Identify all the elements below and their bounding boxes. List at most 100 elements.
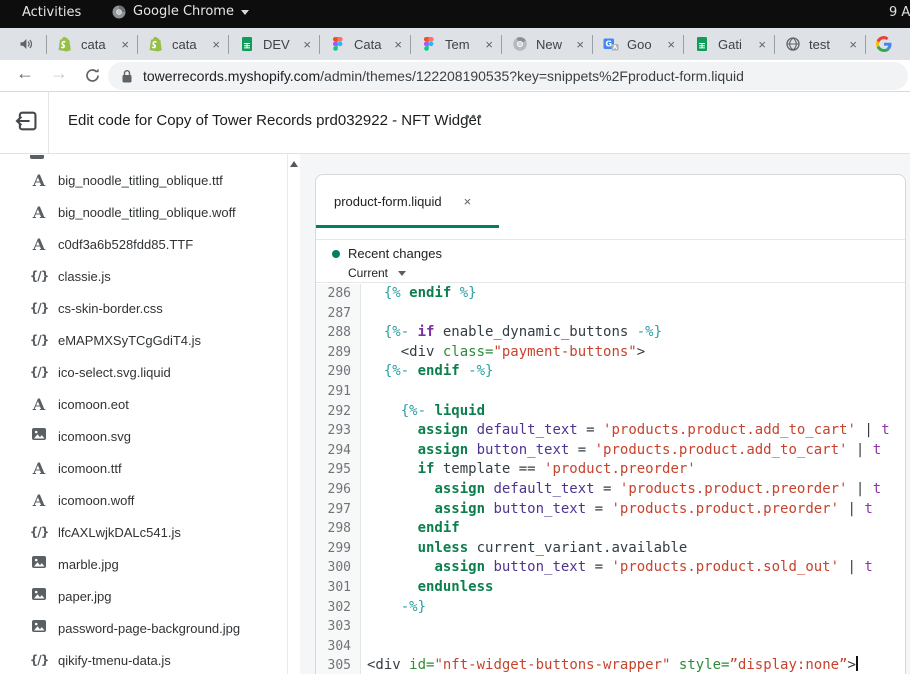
file-item-lfcAXLwjkDALc541.js[interactable]: {/}lfcAXLwjkDALc541.js (0, 516, 287, 548)
clock: 9 A (889, 5, 910, 20)
browser-tab-Tem[interactable]: Tem× (411, 28, 501, 60)
code-text: assign default_text = 'products.product.… (361, 480, 905, 500)
browser-tab-DEV[interactable]: DEV× (229, 28, 319, 60)
sidebar-scrollbar[interactable] (287, 154, 300, 674)
file-item-big_noodle_titling_oblique.ttf[interactable]: Abig_noodle_titling_oblique.ttf (0, 164, 287, 196)
forward-button[interactable]: → (50, 63, 68, 84)
code-line-302[interactable]: 302 -%} (316, 598, 905, 618)
unsaved-changes-dot (332, 250, 340, 258)
activities-button[interactable]: Activities (22, 5, 81, 20)
file-item-ico-select.svg.liquid[interactable]: {/}ico-select.svg.liquid (0, 356, 287, 388)
code-line-297[interactable]: 297 assign button_text = 'products.produ… (316, 500, 905, 520)
browser-tab-Cata[interactable]: Cata× (320, 28, 410, 60)
code-text: <div class="payment-buttons"> (361, 343, 905, 363)
editor-tab-close-icon[interactable]: × (464, 194, 472, 209)
code-line-300[interactable]: 300 assign button_text = 'products.produ… (316, 558, 905, 578)
tab-close-icon[interactable]: × (576, 37, 584, 52)
more-actions-button[interactable]: ••• (465, 109, 483, 124)
code-line-301[interactable]: 301 endunless (316, 578, 905, 598)
tab-close-icon[interactable]: × (394, 37, 402, 52)
code-line-298[interactable]: 298 endif (316, 519, 905, 539)
file-item-cs-skin-border.css[interactable]: {/} cs-skin-border.css (0, 292, 287, 324)
tab-close-icon[interactable]: × (849, 37, 857, 52)
code-text: {%- if enable_dynamic_buttons -%} (361, 323, 905, 343)
tab-close-icon[interactable]: × (485, 37, 493, 52)
tab-close-icon[interactable]: × (121, 37, 129, 52)
code-area[interactable]: 286 {% endif %}287288 {%- if enable_dyna… (316, 284, 905, 674)
browser-tab-Gati[interactable]: Gati× (684, 28, 774, 60)
tab-close-icon[interactable]: × (667, 37, 675, 52)
code-line-294[interactable]: 294 assign button_text = 'products.produ… (316, 441, 905, 461)
browser-tab-cata[interactable]: cata× (138, 28, 228, 60)
code-line-289[interactable]: 289 <div class="payment-buttons"> (316, 343, 905, 363)
file-item-classie.js[interactable]: {/}classie.js (0, 260, 287, 292)
reload-button[interactable] (84, 67, 101, 84)
app-menu[interactable]: Google Chrome (112, 4, 249, 19)
file-item-big_noodle_titling_oblique.woff[interactable]: Abig_noodle_titling_oblique.woff (0, 196, 287, 228)
code-line-287[interactable]: 287 (316, 304, 905, 324)
editor-tab-product-form[interactable]: product-form.liquid × (316, 175, 499, 228)
code-line-290[interactable]: 290 {%- endif -%} (316, 362, 905, 382)
code-line-291[interactable]: 291 (316, 382, 905, 402)
version-select-value: Current (348, 266, 388, 280)
code-text: assign button_text = 'products.product.p… (361, 500, 905, 520)
code-file-icon: {/} (28, 365, 50, 379)
chrome-icon (112, 5, 126, 19)
line-number: 291 (316, 382, 361, 402)
line-number: 301 (316, 578, 361, 598)
code-line-305[interactable]: 305<div id="nft-widget-buttons-wrapper" … (316, 656, 905, 674)
code-line-304[interactable]: 304 (316, 637, 905, 657)
file-item-icomoon.eot[interactable]: Aicomoon.eot (0, 388, 287, 420)
tab-close-icon[interactable]: × (303, 37, 311, 52)
file-item-eMAPMXSyTCgGdiT4.js[interactable]: {/}eMAPMXSyTCgGdiT4.js (0, 324, 287, 356)
browser-tab-test[interactable]: test× (775, 28, 865, 60)
code-line-288[interactable]: 288 {%- if enable_dynamic_buttons -%} (316, 323, 905, 343)
active-tab-underline (316, 225, 499, 228)
file-item-c0df3a6b528fdd85.TTF[interactable]: Ac0df3a6b528fdd85.TTF (0, 228, 287, 260)
code-text: {% endif %} (361, 284, 905, 304)
browser-tab-google[interactable] (866, 28, 910, 60)
file-item-paper.jpg[interactable]: paper.jpg (0, 580, 287, 612)
code-text: if template == 'product.preorder' (361, 460, 905, 480)
scroll-up-arrow-icon[interactable] (290, 161, 298, 167)
url-path: /admin/themes/122208190535?key=snippets%… (320, 68, 744, 84)
line-number: 300 (316, 558, 361, 578)
lock-icon[interactable] (121, 69, 133, 84)
tab-title: New (536, 37, 574, 52)
file-item-icomoon.woff[interactable]: Aicomoon.woff (0, 484, 287, 516)
file-name: cs-skin-border.css (58, 301, 163, 316)
code-line-296[interactable]: 296 assign default_text = 'products.prod… (316, 480, 905, 500)
file-item-icomoon.svg[interactable]: icomoon.svg (0, 420, 287, 452)
line-number: 295 (316, 460, 361, 480)
code-text: {%- liquid (361, 402, 905, 422)
tab-close-icon[interactable]: × (758, 37, 766, 52)
tab-close-icon[interactable]: × (212, 37, 220, 52)
browser-tab-cata[interactable]: cata× (47, 28, 137, 60)
browser-tab-Goo[interactable]: GAGoo× (593, 28, 683, 60)
file-name: icomoon.ttf (58, 461, 122, 476)
svg-text:A: A (613, 45, 618, 51)
file-item-marble.jpg[interactable]: marble.jpg (0, 548, 287, 580)
code-line-303[interactable]: 303 (316, 617, 905, 637)
screen: Activities Google Chrome 9 A cata×cata×D… (0, 0, 910, 674)
file-item-qikify-tmenu-data.js[interactable]: {/}qikify-tmenu-data.js (0, 644, 287, 674)
code-file-icon: {/} (28, 333, 50, 347)
address-bar[interactable]: towerrecords.myshopify.com/admin/themes/… (108, 62, 908, 90)
back-button[interactable]: ← (16, 63, 34, 84)
file-item-password-page-background.jpg[interactable]: password-page-background.jpg (0, 612, 287, 644)
file-item-icomoon.ttf[interactable]: Aicomoon.ttf (0, 452, 287, 484)
browser-tab-New[interactable]: New× (502, 28, 592, 60)
version-select[interactable]: Current (348, 266, 905, 280)
code-line-299[interactable]: 299 unless current_variant.available (316, 539, 905, 559)
code-line-286[interactable]: 286 {% endif %} (316, 284, 905, 304)
file-name: big_noodle_titling_oblique.woff (58, 205, 236, 220)
exit-code-editor-button[interactable] (14, 108, 40, 134)
file-name: lfcAXLwjkDALc541.js (58, 525, 181, 540)
code-file-icon: {/} (28, 301, 50, 315)
file-name: password-page-background.jpg (58, 621, 240, 636)
code-text: endif (361, 519, 905, 539)
code-line-295[interactable]: 295 if template == 'product.preorder' (316, 460, 905, 480)
chevron-down-icon (398, 271, 406, 276)
code-line-292[interactable]: 292 {%- liquid (316, 402, 905, 422)
code-line-293[interactable]: 293 assign default_text = 'products.prod… (316, 421, 905, 441)
